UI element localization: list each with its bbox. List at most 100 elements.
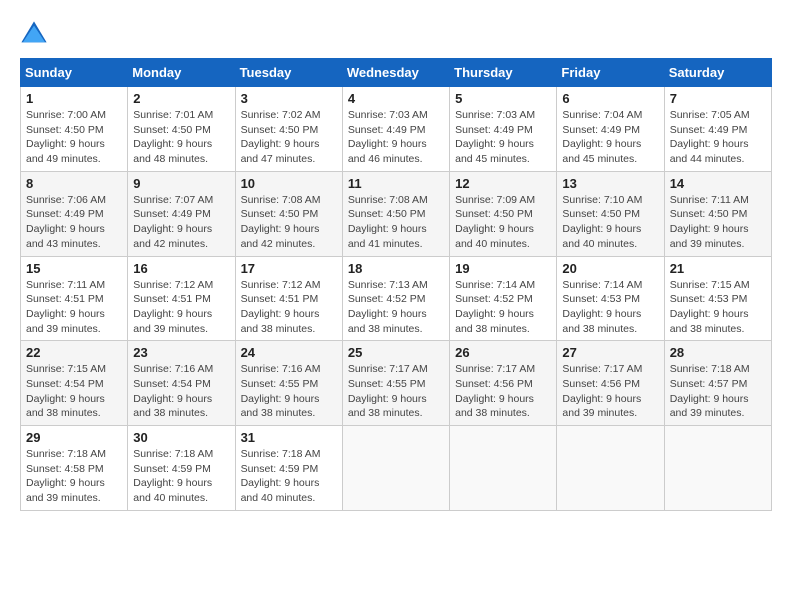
calendar-table: SundayMondayTuesdayWednesdayThursdayFrid… xyxy=(20,58,772,511)
day-of-week-header: Tuesday xyxy=(235,59,342,87)
calendar-cell xyxy=(664,426,771,511)
day-number: 29 xyxy=(26,430,122,445)
logo-icon xyxy=(20,20,48,48)
day-number: 26 xyxy=(455,345,551,360)
day-info: Sunrise: 7:18 AM Sunset: 4:57 PM Dayligh… xyxy=(670,362,766,421)
day-info: Sunrise: 7:02 AM Sunset: 4:50 PM Dayligh… xyxy=(241,108,337,167)
calendar-cell: 5 Sunrise: 7:03 AM Sunset: 4:49 PM Dayli… xyxy=(450,87,557,172)
day-info: Sunrise: 7:17 AM Sunset: 4:55 PM Dayligh… xyxy=(348,362,444,421)
day-number: 28 xyxy=(670,345,766,360)
calendar-header-row: SundayMondayTuesdayWednesdayThursdayFrid… xyxy=(21,59,772,87)
calendar-cell: 31 Sunrise: 7:18 AM Sunset: 4:59 PM Dayl… xyxy=(235,426,342,511)
calendar-cell: 19 Sunrise: 7:14 AM Sunset: 4:52 PM Dayl… xyxy=(450,256,557,341)
day-of-week-header: Thursday xyxy=(450,59,557,87)
day-number: 10 xyxy=(241,176,337,191)
day-info: Sunrise: 7:05 AM Sunset: 4:49 PM Dayligh… xyxy=(670,108,766,167)
calendar-cell: 3 Sunrise: 7:02 AM Sunset: 4:50 PM Dayli… xyxy=(235,87,342,172)
day-of-week-header: Wednesday xyxy=(342,59,449,87)
day-number: 7 xyxy=(670,91,766,106)
calendar-cell: 2 Sunrise: 7:01 AM Sunset: 4:50 PM Dayli… xyxy=(128,87,235,172)
day-info: Sunrise: 7:14 AM Sunset: 4:52 PM Dayligh… xyxy=(455,278,551,337)
calendar-cell: 9 Sunrise: 7:07 AM Sunset: 4:49 PM Dayli… xyxy=(128,171,235,256)
day-of-week-header: Sunday xyxy=(21,59,128,87)
calendar-cell: 23 Sunrise: 7:16 AM Sunset: 4:54 PM Dayl… xyxy=(128,341,235,426)
day-number: 24 xyxy=(241,345,337,360)
day-info: Sunrise: 7:18 AM Sunset: 4:58 PM Dayligh… xyxy=(26,447,122,506)
calendar-cell: 1 Sunrise: 7:00 AM Sunset: 4:50 PM Dayli… xyxy=(21,87,128,172)
day-number: 19 xyxy=(455,261,551,276)
day-number: 5 xyxy=(455,91,551,106)
logo xyxy=(20,20,52,48)
calendar-cell: 26 Sunrise: 7:17 AM Sunset: 4:56 PM Dayl… xyxy=(450,341,557,426)
day-info: Sunrise: 7:13 AM Sunset: 4:52 PM Dayligh… xyxy=(348,278,444,337)
calendar-cell: 17 Sunrise: 7:12 AM Sunset: 4:51 PM Dayl… xyxy=(235,256,342,341)
calendar-cell: 12 Sunrise: 7:09 AM Sunset: 4:50 PM Dayl… xyxy=(450,171,557,256)
day-info: Sunrise: 7:12 AM Sunset: 4:51 PM Dayligh… xyxy=(241,278,337,337)
day-number: 14 xyxy=(670,176,766,191)
day-number: 11 xyxy=(348,176,444,191)
calendar-cell xyxy=(450,426,557,511)
day-info: Sunrise: 7:15 AM Sunset: 4:54 PM Dayligh… xyxy=(26,362,122,421)
calendar-cell: 10 Sunrise: 7:08 AM Sunset: 4:50 PM Dayl… xyxy=(235,171,342,256)
calendar-cell xyxy=(342,426,449,511)
day-info: Sunrise: 7:01 AM Sunset: 4:50 PM Dayligh… xyxy=(133,108,229,167)
day-number: 30 xyxy=(133,430,229,445)
day-info: Sunrise: 7:18 AM Sunset: 4:59 PM Dayligh… xyxy=(241,447,337,506)
day-info: Sunrise: 7:04 AM Sunset: 4:49 PM Dayligh… xyxy=(562,108,658,167)
day-info: Sunrise: 7:17 AM Sunset: 4:56 PM Dayligh… xyxy=(455,362,551,421)
day-number: 6 xyxy=(562,91,658,106)
day-number: 31 xyxy=(241,430,337,445)
day-info: Sunrise: 7:03 AM Sunset: 4:49 PM Dayligh… xyxy=(348,108,444,167)
day-of-week-header: Monday xyxy=(128,59,235,87)
calendar-cell: 14 Sunrise: 7:11 AM Sunset: 4:50 PM Dayl… xyxy=(664,171,771,256)
day-number: 12 xyxy=(455,176,551,191)
day-info: Sunrise: 7:08 AM Sunset: 4:50 PM Dayligh… xyxy=(241,193,337,252)
calendar-cell: 13 Sunrise: 7:10 AM Sunset: 4:50 PM Dayl… xyxy=(557,171,664,256)
day-info: Sunrise: 7:15 AM Sunset: 4:53 PM Dayligh… xyxy=(670,278,766,337)
day-number: 13 xyxy=(562,176,658,191)
calendar-cell: 20 Sunrise: 7:14 AM Sunset: 4:53 PM Dayl… xyxy=(557,256,664,341)
calendar-cell: 29 Sunrise: 7:18 AM Sunset: 4:58 PM Dayl… xyxy=(21,426,128,511)
calendar-week-row: 22 Sunrise: 7:15 AM Sunset: 4:54 PM Dayl… xyxy=(21,341,772,426)
calendar-cell: 25 Sunrise: 7:17 AM Sunset: 4:55 PM Dayl… xyxy=(342,341,449,426)
day-number: 8 xyxy=(26,176,122,191)
day-number: 3 xyxy=(241,91,337,106)
calendar-cell: 22 Sunrise: 7:15 AM Sunset: 4:54 PM Dayl… xyxy=(21,341,128,426)
day-number: 22 xyxy=(26,345,122,360)
calendar-week-row: 15 Sunrise: 7:11 AM Sunset: 4:51 PM Dayl… xyxy=(21,256,772,341)
day-number: 1 xyxy=(26,91,122,106)
calendar-cell: 18 Sunrise: 7:13 AM Sunset: 4:52 PM Dayl… xyxy=(342,256,449,341)
calendar-cell: 7 Sunrise: 7:05 AM Sunset: 4:49 PM Dayli… xyxy=(664,87,771,172)
calendar-cell: 6 Sunrise: 7:04 AM Sunset: 4:49 PM Dayli… xyxy=(557,87,664,172)
day-number: 23 xyxy=(133,345,229,360)
day-number: 15 xyxy=(26,261,122,276)
day-number: 25 xyxy=(348,345,444,360)
day-info: Sunrise: 7:09 AM Sunset: 4:50 PM Dayligh… xyxy=(455,193,551,252)
day-info: Sunrise: 7:03 AM Sunset: 4:49 PM Dayligh… xyxy=(455,108,551,167)
calendar-cell: 27 Sunrise: 7:17 AM Sunset: 4:56 PM Dayl… xyxy=(557,341,664,426)
day-info: Sunrise: 7:18 AM Sunset: 4:59 PM Dayligh… xyxy=(133,447,229,506)
day-info: Sunrise: 7:10 AM Sunset: 4:50 PM Dayligh… xyxy=(562,193,658,252)
day-info: Sunrise: 7:00 AM Sunset: 4:50 PM Dayligh… xyxy=(26,108,122,167)
day-number: 9 xyxy=(133,176,229,191)
calendar-week-row: 1 Sunrise: 7:00 AM Sunset: 4:50 PM Dayli… xyxy=(21,87,772,172)
day-number: 20 xyxy=(562,261,658,276)
day-number: 2 xyxy=(133,91,229,106)
day-of-week-header: Saturday xyxy=(664,59,771,87)
day-number: 18 xyxy=(348,261,444,276)
day-info: Sunrise: 7:08 AM Sunset: 4:50 PM Dayligh… xyxy=(348,193,444,252)
day-info: Sunrise: 7:11 AM Sunset: 4:51 PM Dayligh… xyxy=(26,278,122,337)
page-header xyxy=(20,20,772,48)
calendar-cell: 21 Sunrise: 7:15 AM Sunset: 4:53 PM Dayl… xyxy=(664,256,771,341)
day-number: 27 xyxy=(562,345,658,360)
day-info: Sunrise: 7:07 AM Sunset: 4:49 PM Dayligh… xyxy=(133,193,229,252)
calendar-cell: 24 Sunrise: 7:16 AM Sunset: 4:55 PM Dayl… xyxy=(235,341,342,426)
day-info: Sunrise: 7:11 AM Sunset: 4:50 PM Dayligh… xyxy=(670,193,766,252)
calendar-cell: 16 Sunrise: 7:12 AM Sunset: 4:51 PM Dayl… xyxy=(128,256,235,341)
calendar-cell: 28 Sunrise: 7:18 AM Sunset: 4:57 PM Dayl… xyxy=(664,341,771,426)
day-number: 17 xyxy=(241,261,337,276)
calendar-week-row: 8 Sunrise: 7:06 AM Sunset: 4:49 PM Dayli… xyxy=(21,171,772,256)
calendar-cell: 15 Sunrise: 7:11 AM Sunset: 4:51 PM Dayl… xyxy=(21,256,128,341)
day-info: Sunrise: 7:12 AM Sunset: 4:51 PM Dayligh… xyxy=(133,278,229,337)
day-info: Sunrise: 7:06 AM Sunset: 4:49 PM Dayligh… xyxy=(26,193,122,252)
